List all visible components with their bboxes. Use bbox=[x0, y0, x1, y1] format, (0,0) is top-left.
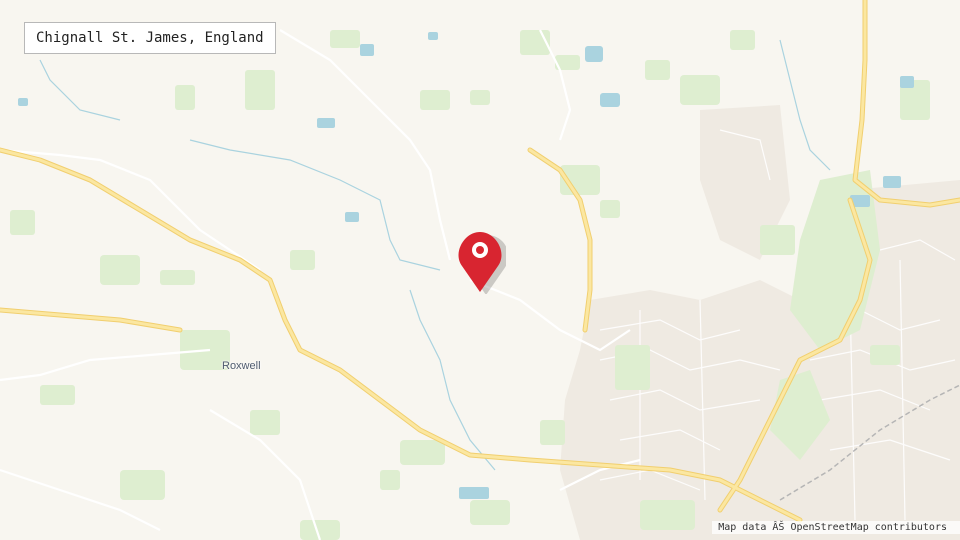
map-pin-body bbox=[458, 232, 502, 292]
map-pin-dot bbox=[476, 246, 484, 254]
location-name-label: Chignall St. James, England bbox=[24, 22, 276, 54]
town-label-roxwell: Roxwell bbox=[222, 360, 261, 372]
map-pin-icon[interactable] bbox=[456, 228, 506, 294]
map-attribution[interactable]: Map data ÂŠ OpenStreetMap contributors bbox=[712, 521, 960, 534]
